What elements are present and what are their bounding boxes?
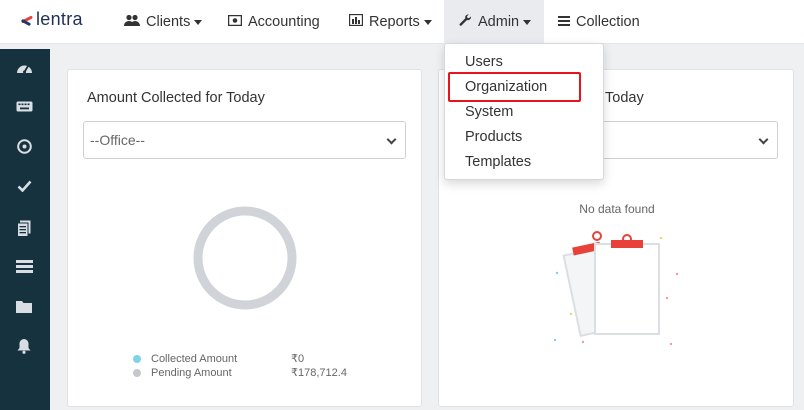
nav-admin[interactable]: Admin xyxy=(444,0,544,44)
amount-collected-card: Amount Collected for Today --Office-- Co… xyxy=(67,69,422,407)
menu-item-system[interactable]: System xyxy=(465,104,513,120)
lentra-logo[interactable]: lentra xyxy=(20,8,83,30)
legend-collected: Collected Amount ₹0 xyxy=(133,352,304,365)
money-icon xyxy=(227,14,243,30)
list-icon[interactable] xyxy=(15,257,33,275)
legend-pending: Pending Amount ₹178,712.4 xyxy=(133,366,347,379)
bar-chart-icon xyxy=(348,13,364,30)
nav-accounting[interactable]: Accounting xyxy=(227,0,320,44)
brand-name: lentra xyxy=(36,8,83,29)
legend-value: ₹178,712.4 xyxy=(291,367,347,379)
donut-chart xyxy=(193,206,297,310)
card-title: Today xyxy=(605,90,644,106)
nav-admin-label: Admin xyxy=(478,14,520,30)
nav-accounting-label: Accounting xyxy=(248,14,320,30)
nav-reports[interactable]: Reports xyxy=(348,0,432,44)
sidebar xyxy=(0,49,50,410)
keyboard-icon[interactable] xyxy=(15,97,33,115)
nav-reports-label: Reports xyxy=(369,14,420,30)
wrench-icon xyxy=(459,13,472,31)
document-icon[interactable] xyxy=(15,219,33,237)
users-icon xyxy=(124,14,140,31)
menu-item-products[interactable]: Products xyxy=(465,129,522,145)
chevron-down-icon xyxy=(423,19,432,25)
admin-dropdown-menu: Users Organization System Products Templ… xyxy=(444,43,604,180)
check-icon[interactable] xyxy=(15,177,33,195)
folder-icon[interactable] xyxy=(15,297,33,315)
menu-icon xyxy=(558,14,570,30)
office-select-value: --Office-- xyxy=(90,132,145,148)
no-data-text: No data found xyxy=(579,202,655,216)
chevron-down-icon xyxy=(758,134,769,145)
legend-label: Collected Amount xyxy=(151,352,238,365)
chevron-down-icon xyxy=(523,19,532,25)
nav-collection[interactable]: Collection xyxy=(558,0,640,44)
top-navbar: lentra Clients Accounting Reports Admin … xyxy=(0,0,804,44)
card-title: Amount Collected for Today xyxy=(87,90,265,106)
bell-icon[interactable] xyxy=(15,337,33,355)
menu-item-templates[interactable]: Templates xyxy=(465,154,531,170)
legend-value: ₹0 xyxy=(291,353,305,365)
compass-icon[interactable] xyxy=(15,137,33,155)
office-select[interactable]: --Office-- xyxy=(83,121,406,159)
nav-clients[interactable]: Clients xyxy=(124,0,203,44)
lentra-logo-mark-icon xyxy=(20,12,34,26)
legend-dot xyxy=(133,368,141,377)
nav-collection-label: Collection xyxy=(576,14,640,30)
legend-dot xyxy=(133,354,141,363)
legend-label: Pending Amount xyxy=(151,366,232,379)
chevron-down-icon xyxy=(194,19,203,25)
menu-item-users[interactable]: Users xyxy=(465,54,503,70)
dashboard-icon[interactable] xyxy=(15,59,33,77)
organization-highlight-box xyxy=(448,72,581,102)
empty-clipboard-icon xyxy=(553,231,679,346)
nav-clients-label: Clients xyxy=(146,14,191,30)
chevron-down-icon xyxy=(386,134,397,145)
